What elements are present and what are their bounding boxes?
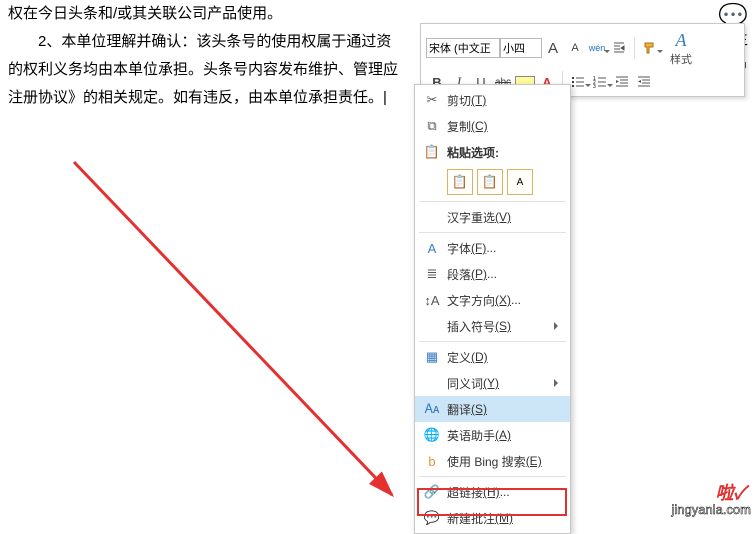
indent-decrease-button[interactable] xyxy=(608,37,630,59)
text-line2a: 2、本单位理解并确认：该头条号的使用权属于通过资 xyxy=(8,33,391,50)
text-cursor: | xyxy=(383,89,387,106)
numbering-button[interactable]: 123 xyxy=(589,71,611,93)
paste-options-row: 📋 📋 A xyxy=(415,165,570,199)
context-menu: ✂ 剪切(T) ⧉ 复制(C) 📋 粘贴选项: 📋 📋 A 汉字重选(V) A … xyxy=(414,84,571,534)
format-painter-button[interactable] xyxy=(639,37,661,59)
paste-text-only-button[interactable]: A xyxy=(507,169,533,195)
synonym-menu-item[interactable]: 同义词(Y) xyxy=(415,370,570,396)
watermark: 经验啦✓ jingyanla.com xyxy=(672,474,752,517)
font-icon: A xyxy=(421,241,443,256)
define-menu-item[interactable]: ▦ 定义(D) xyxy=(415,344,570,370)
paste-icon: 📋 xyxy=(421,144,443,160)
insert-symbol-menu-item[interactable]: 插入符号(S) xyxy=(415,313,570,339)
link-icon: 🔗 xyxy=(421,484,443,500)
hanzi-reselect-menu-item[interactable]: 汉字重选(V) xyxy=(415,204,570,230)
text-line4: 注册协议》的相关规定。如有违反，由本单位承担责任。 xyxy=(8,89,383,106)
paste-keep-source-button[interactable]: 📋 xyxy=(447,169,473,195)
english-assistant-menu-item[interactable]: 🌐 英语助手(A) xyxy=(415,422,570,448)
bing-icon: b xyxy=(421,454,443,469)
book-icon: ▦ xyxy=(421,349,443,365)
text-direction-menu-item[interactable]: ↕A 文字方向(X)... xyxy=(415,287,570,313)
new-comment-menu-item[interactable]: 💬 新建批注(M) xyxy=(415,505,570,531)
bing-search-menu-item[interactable]: b 使用 Bing 搜索(E) xyxy=(415,448,570,474)
copy-menu-item[interactable]: ⧉ 复制(C) xyxy=(415,113,570,139)
paste-merge-button[interactable]: 📋 xyxy=(477,169,503,195)
indent-left-button[interactable] xyxy=(611,71,633,93)
font-size-select[interactable] xyxy=(500,38,542,58)
translate-icon: 🗛 xyxy=(421,401,443,417)
paragraph-menu-item[interactable]: ≣ 段落(P)... xyxy=(415,261,570,287)
globe-icon: 🌐 xyxy=(421,427,443,443)
text-line1: 权在今日头条和/或其关联公司产品使用。 xyxy=(8,5,282,22)
shrink-font-button[interactable]: A xyxy=(564,37,586,59)
indent-right-button[interactable] xyxy=(633,71,655,93)
text-line3a: 的权利义务均由本单位承担。头条号内容发布维护、管理应 xyxy=(8,61,398,78)
font-name-select[interactable] xyxy=(426,38,500,58)
translate-menu-item[interactable]: 🗛 翻译(S) xyxy=(415,396,570,422)
phonetic-guide-button[interactable]: wén xyxy=(586,37,608,59)
scissors-icon: ✂ xyxy=(421,92,443,108)
copy-icon: ⧉ xyxy=(421,118,443,134)
comment-icon: 💬 xyxy=(421,510,443,526)
font-menu-item[interactable]: A 字体(F)... xyxy=(415,235,570,261)
paste-options-label: 📋 粘贴选项: xyxy=(415,139,570,165)
styles-button[interactable]: A 样式 xyxy=(664,27,698,69)
text-direction-icon: ↕A xyxy=(421,293,443,308)
paragraph-icon: ≣ xyxy=(421,266,443,282)
grow-font-button[interactable]: A xyxy=(542,37,564,59)
cut-menu-item[interactable]: ✂ 剪切(T) xyxy=(415,87,570,113)
hyperlink-menu-item[interactable]: 🔗 超链接(H)... xyxy=(415,479,570,505)
svg-text:3: 3 xyxy=(593,84,596,88)
